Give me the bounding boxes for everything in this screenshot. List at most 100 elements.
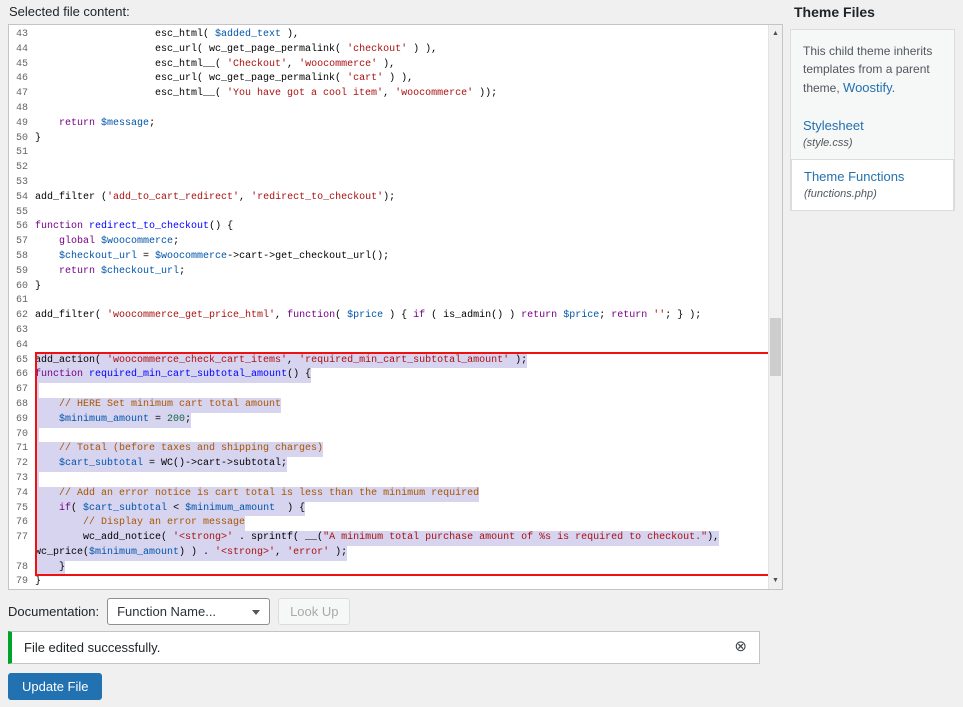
scroll-up-icon[interactable]: ▲: [769, 26, 782, 41]
code-line-text: function required_min_cart_subtotal_amou…: [35, 368, 311, 383]
sidebar-item-theme-functions[interactable]: Theme Functions (functions.php): [791, 159, 954, 211]
theme-files-title: Theme Files: [794, 4, 955, 20]
code-line-text: }: [35, 561, 65, 576]
code-line-text: function redirect_to_checkout() {: [35, 220, 233, 235]
documentation-select[interactable]: Function Name...: [107, 598, 270, 625]
line-number: 65: [9, 354, 35, 369]
code-line[interactable]: 49 return $message;: [9, 117, 768, 132]
line-number: 71: [9, 442, 35, 457]
line-number: 57: [9, 235, 35, 250]
code-line[interactable]: 47 esc_html__( 'You have got a cool item…: [9, 87, 768, 102]
line-number: [9, 546, 35, 561]
code-line[interactable]: 71 // Total (before taxes and shipping c…: [9, 442, 768, 457]
code-line[interactable]: 44 esc_url( wc_get_page_permalink( 'chec…: [9, 43, 768, 58]
notice-text: File edited successfully.: [24, 640, 160, 655]
code-line[interactable]: 59 return $checkout_url;: [9, 265, 768, 280]
code-line[interactable]: 54add_filter ('add_to_cart_redirect', 'r…: [9, 191, 768, 206]
code-line[interactable]: 70: [9, 428, 768, 443]
theme-files-sidebar: Theme Files This child theme inherits te…: [790, 0, 955, 211]
code-line-text: $cart_subtotal = WC()->cart->subtotal;: [35, 457, 287, 472]
code-line[interactable]: 63: [9, 324, 768, 339]
code-line[interactable]: 69 $minimum_amount = 200;: [9, 413, 768, 428]
theme-functions-filename: (functions.php): [804, 188, 941, 200]
code-line[interactable]: 57 global $woocommerce;: [9, 235, 768, 250]
code-line-text: // Add an error notice is cart total is …: [35, 487, 479, 502]
code-line[interactable]: wc_price($minimum_amount) ) . '<strong>'…: [9, 546, 768, 561]
code-line[interactable]: 48: [9, 102, 768, 117]
sidebar-item-stylesheet[interactable]: Stylesheet (style.css): [803, 112, 942, 159]
code-line-text: global $woocommerce;: [35, 235, 179, 250]
line-number: 56: [9, 220, 35, 235]
code-line[interactable]: 68 // HERE Set minimum cart total amount: [9, 398, 768, 413]
code-line-text: return $checkout_url;: [35, 265, 185, 280]
code-editor[interactable]: 43 esc_html( $added_text ),44 esc_url( w…: [8, 24, 783, 590]
stylesheet-filename: (style.css): [803, 137, 942, 149]
line-number: 58: [9, 250, 35, 265]
code-line[interactable]: 50}: [9, 132, 768, 147]
code-line[interactable]: 73: [9, 472, 768, 487]
code-line-text: esc_html__( 'Checkout', 'woocommerce' ),: [35, 58, 395, 73]
line-number: 74: [9, 487, 35, 502]
line-number: 59: [9, 265, 35, 280]
code-line-text: // Total (before taxes and shipping char…: [35, 442, 323, 457]
stylesheet-link[interactable]: Stylesheet: [803, 118, 864, 133]
code-line[interactable]: 60}: [9, 280, 768, 295]
code-line[interactable]: 61: [9, 294, 768, 309]
scroll-down-icon[interactable]: ▼: [769, 573, 782, 588]
code-line-text: }: [35, 280, 41, 295]
code-line[interactable]: 67: [9, 383, 768, 398]
code-line[interactable]: 75 if( $cart_subtotal < $minimum_amount …: [9, 502, 768, 517]
code-line-text: // Display an error message: [35, 516, 245, 531]
code-line-text: $minimum_amount = 200;: [35, 413, 191, 428]
line-number: 62: [9, 309, 35, 324]
code-line[interactable]: 45 esc_html__( 'Checkout', 'woocommerce'…: [9, 58, 768, 73]
code-line-text: [35, 428, 39, 443]
line-number: 76: [9, 516, 35, 531]
code-line[interactable]: 65add_action( 'woocommerce_check_cart_it…: [9, 354, 768, 369]
code-line[interactable]: 46 esc_url( wc_get_page_permalink( 'cart…: [9, 72, 768, 87]
code-line[interactable]: 55: [9, 206, 768, 221]
theme-functions-link[interactable]: Theme Functions: [804, 169, 904, 184]
code-line[interactable]: 72 $cart_subtotal = WC()->cart->subtotal…: [9, 457, 768, 472]
code-line[interactable]: 76 // Display an error message: [9, 516, 768, 531]
update-file-button[interactable]: Update File: [8, 673, 102, 700]
woostify-link[interactable]: Woostify.: [843, 80, 895, 95]
line-number: 69: [9, 413, 35, 428]
code-line-text: esc_url( wc_get_page_permalink( 'checkou…: [35, 43, 437, 58]
editor-scrollbar[interactable]: ▲ ▼: [768, 25, 782, 589]
code-lines: 43 esc_html( $added_text ),44 esc_url( w…: [9, 28, 768, 589]
line-number: 47: [9, 87, 35, 102]
scrollbar-thumb[interactable]: [770, 318, 781, 376]
code-line[interactable]: 79}: [9, 575, 768, 589]
line-number: 78: [9, 561, 35, 576]
code-line[interactable]: 74 // Add an error notice is cart total …: [9, 487, 768, 502]
line-number: 49: [9, 117, 35, 132]
line-number: 55: [9, 206, 35, 221]
code-line[interactable]: 66function required_min_cart_subtotal_am…: [9, 368, 768, 383]
line-number: 45: [9, 58, 35, 73]
code-line-text: return $message;: [35, 117, 155, 132]
code-line[interactable]: 52: [9, 161, 768, 176]
code-line-text: wc_price($minimum_amount) ) . '<strong>'…: [35, 546, 347, 561]
line-number: 66: [9, 368, 35, 383]
line-number: 43: [9, 28, 35, 43]
code-line[interactable]: 43 esc_html( $added_text ),: [9, 28, 768, 43]
lookup-button[interactable]: Look Up: [278, 598, 350, 625]
code-line-text: add_action( 'woocommerce_check_cart_item…: [35, 354, 527, 369]
code-line[interactable]: 64: [9, 339, 768, 354]
code-line[interactable]: 53: [9, 176, 768, 191]
dismiss-icon[interactable]: ⊗: [734, 638, 747, 656]
code-line[interactable]: 51: [9, 146, 768, 161]
code-line[interactable]: 58 $checkout_url = $woocommerce->cart->g…: [9, 250, 768, 265]
line-number: 53: [9, 176, 35, 191]
code-line[interactable]: 77 wc_add_notice( '<strong>' . sprintf( …: [9, 531, 768, 546]
line-number: 48: [9, 102, 35, 117]
line-number: 52: [9, 161, 35, 176]
line-number: 54: [9, 191, 35, 206]
code-editor-scroll[interactable]: 43 esc_html( $added_text ),44 esc_url( w…: [9, 25, 768, 589]
documentation-label: Documentation:: [8, 604, 99, 619]
code-line[interactable]: 78 }: [9, 561, 768, 576]
code-line[interactable]: 62add_filter( 'woocommerce_get_price_htm…: [9, 309, 768, 324]
code-line[interactable]: 56function redirect_to_checkout() {: [9, 220, 768, 235]
code-line-text: }: [35, 132, 41, 147]
